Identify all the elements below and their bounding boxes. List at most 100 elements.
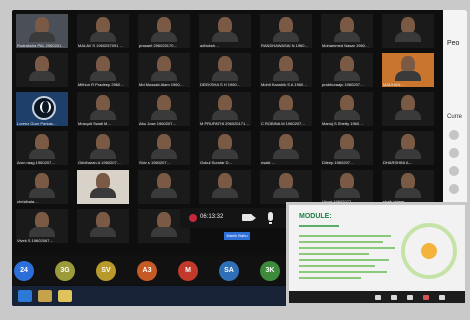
participant-avatar-icon[interactable]	[449, 166, 459, 176]
participant-tile[interactable]: Md Mussab Alam 1960…	[138, 53, 190, 87]
participant-body	[334, 149, 360, 159]
participant-name: M PRUPATHI 296020171…	[200, 121, 250, 126]
participant-tile[interactable]: RANDHAWASAI N 1960…	[260, 14, 312, 48]
toolbar-icon[interactable]	[423, 295, 429, 300]
participant-tile[interactable]	[260, 170, 312, 204]
participant-body	[212, 32, 238, 42]
participant-tile[interactable]: prasant 296020170…	[138, 14, 190, 48]
participant-name: christbala…	[17, 199, 39, 204]
participant-initials-avatar[interactable]: 3K	[260, 261, 280, 281]
participant-name: C ROBINA M 1960207…	[261, 121, 306, 126]
participant-tile[interactable]: Mohit Kaushik S A 1960…	[260, 53, 312, 87]
participant-tile[interactable]: Manoj S Shetty 1960…	[321, 92, 373, 126]
participant-name: esaki …	[261, 160, 276, 165]
participant-body	[273, 110, 299, 120]
participant-body	[90, 110, 116, 120]
participant-body	[151, 149, 177, 159]
slide-text-line	[299, 265, 375, 267]
participant-tile[interactable]: adhoksh…	[199, 14, 251, 48]
active-speaker-label: Manik Bahu	[224, 232, 250, 240]
participant-body	[90, 149, 116, 159]
participant-tile[interactable]: MALAV S 1960257091 …	[77, 14, 129, 48]
participant-body	[334, 71, 360, 81]
participant-name: Lorenz Gurn Parkas…	[17, 121, 57, 126]
toolbar-icon[interactable]	[439, 295, 445, 300]
participant-name: Vivek S 19602067…	[17, 238, 54, 243]
participant-tile[interactable]: Vivek S 19602067…	[16, 209, 68, 243]
participant-avatar-icon[interactable]	[449, 148, 459, 158]
camera-icon[interactable]	[242, 214, 256, 221]
participant-initials-avatar[interactable]: SA	[219, 261, 239, 281]
participant-body	[29, 71, 55, 81]
participant-tile[interactable]: Mosquit Swati M…	[77, 92, 129, 126]
participant-tile[interactable]: Shiv s 1960207…	[138, 131, 190, 165]
participant-tile[interactable]: Dileep 1960207…	[321, 131, 373, 165]
participant-initials-avatar[interactable]: 3G	[55, 261, 75, 281]
participant-tile[interactable]	[138, 170, 190, 204]
participant-initials-avatar[interactable]: SV	[96, 261, 116, 281]
participant-name: RANDHAWASAI N 1960…	[261, 43, 309, 48]
participant-tile[interactable]	[77, 170, 129, 204]
participant-tile[interactable]: Mohammed Nasar 1960…	[321, 14, 373, 48]
participant-tile[interactable]: Vinod 19602077…	[321, 170, 373, 204]
participant-tile[interactable]: DHARSHINI A…	[382, 131, 434, 165]
participant-name: Giridharan A 1960207…	[78, 160, 121, 165]
participant-tile[interactable]: prabhuraaju 1960207…	[321, 53, 373, 87]
participant-tile[interactable]	[382, 14, 434, 48]
shared-slide-window[interactable]: MODULE:	[286, 202, 468, 306]
participant-body	[151, 227, 177, 237]
participant-tile[interactable]: Abu Jose 1960207…	[138, 92, 190, 126]
participant-tile[interactable]: Lorenz Gurn Parkas…	[16, 92, 68, 126]
participant-tile[interactable]: Arun raag 1960207…	[16, 131, 68, 165]
participant-tile[interactable]: M PRUPATHI 296020171…	[199, 92, 251, 126]
participant-body	[29, 227, 55, 237]
participant-initials-avatar[interactable]: M	[178, 261, 198, 281]
participant-name: MADHAN…	[383, 82, 405, 87]
participant-body	[151, 71, 177, 81]
participant-tile[interactable]: Gokul Sundar D…	[199, 131, 251, 165]
participant-tile[interactable]: shaik jabeer…	[382, 170, 434, 204]
people-panel-title: Peo	[447, 40, 460, 47]
participant-body	[90, 188, 116, 198]
participant-body	[29, 32, 55, 42]
participant-tile[interactable]	[16, 53, 68, 87]
participant-body	[29, 149, 55, 159]
participant-name: Shiv s 1960207…	[139, 160, 171, 165]
file-explorer-icon[interactable]	[58, 290, 72, 302]
participant-tile[interactable]: Rudraksha PAL 2960201…	[16, 14, 68, 48]
start-icon[interactable]	[18, 290, 32, 302]
microphone-icon[interactable]	[268, 212, 273, 224]
participant-body	[151, 32, 177, 42]
toolbar-icon[interactable]	[375, 295, 381, 300]
participant-tile[interactable]	[382, 92, 434, 126]
participant-tile[interactable]	[77, 209, 129, 243]
toolbar-icon[interactable]	[391, 295, 397, 300]
toolbar-icon[interactable]	[407, 295, 413, 300]
participant-body	[212, 110, 238, 120]
meeting-timer: 06:13:32	[200, 214, 224, 220]
participant-avatar-icon[interactable]	[449, 130, 459, 140]
participant-body	[90, 71, 116, 81]
participant-tile[interactable]: Mithun R Pradeep 2960…	[77, 53, 129, 87]
participant-tile[interactable]: MADHAN…	[382, 53, 434, 87]
monitor-bezel: Rudraksha PAL 2960201… MALAV S 1960257091…	[0, 0, 470, 320]
participant-tile[interactable]	[199, 170, 251, 204]
record-icon[interactable]	[189, 214, 197, 222]
participant-tile[interactable]: Giridharan A 1960207…	[77, 131, 129, 165]
participant-tile[interactable]: C ROBINA M 1960207…	[260, 92, 312, 126]
participant-tile[interactable]: christbala…	[16, 170, 68, 204]
participant-initials-avatar[interactable]: A3	[137, 261, 157, 281]
participant-avatar-icon[interactable]	[449, 184, 459, 194]
media-player-icon[interactable]	[38, 290, 52, 302]
participant-tile[interactable]: DEEKSHA S H 1960…	[199, 53, 251, 87]
participant-name: Md Mussab Alam 1960…	[139, 82, 184, 87]
participant-initials-avatar[interactable]: 24	[14, 261, 34, 281]
call-controls: 06:13:32	[180, 208, 298, 228]
participant-tile[interactable]: esaki …	[260, 131, 312, 165]
participant-body	[212, 71, 238, 81]
participant-body	[334, 110, 360, 120]
slide-text-line	[299, 235, 391, 237]
current-section-label: Curre	[447, 114, 463, 120]
slide-underline	[299, 225, 339, 227]
participant-body	[212, 188, 238, 198]
